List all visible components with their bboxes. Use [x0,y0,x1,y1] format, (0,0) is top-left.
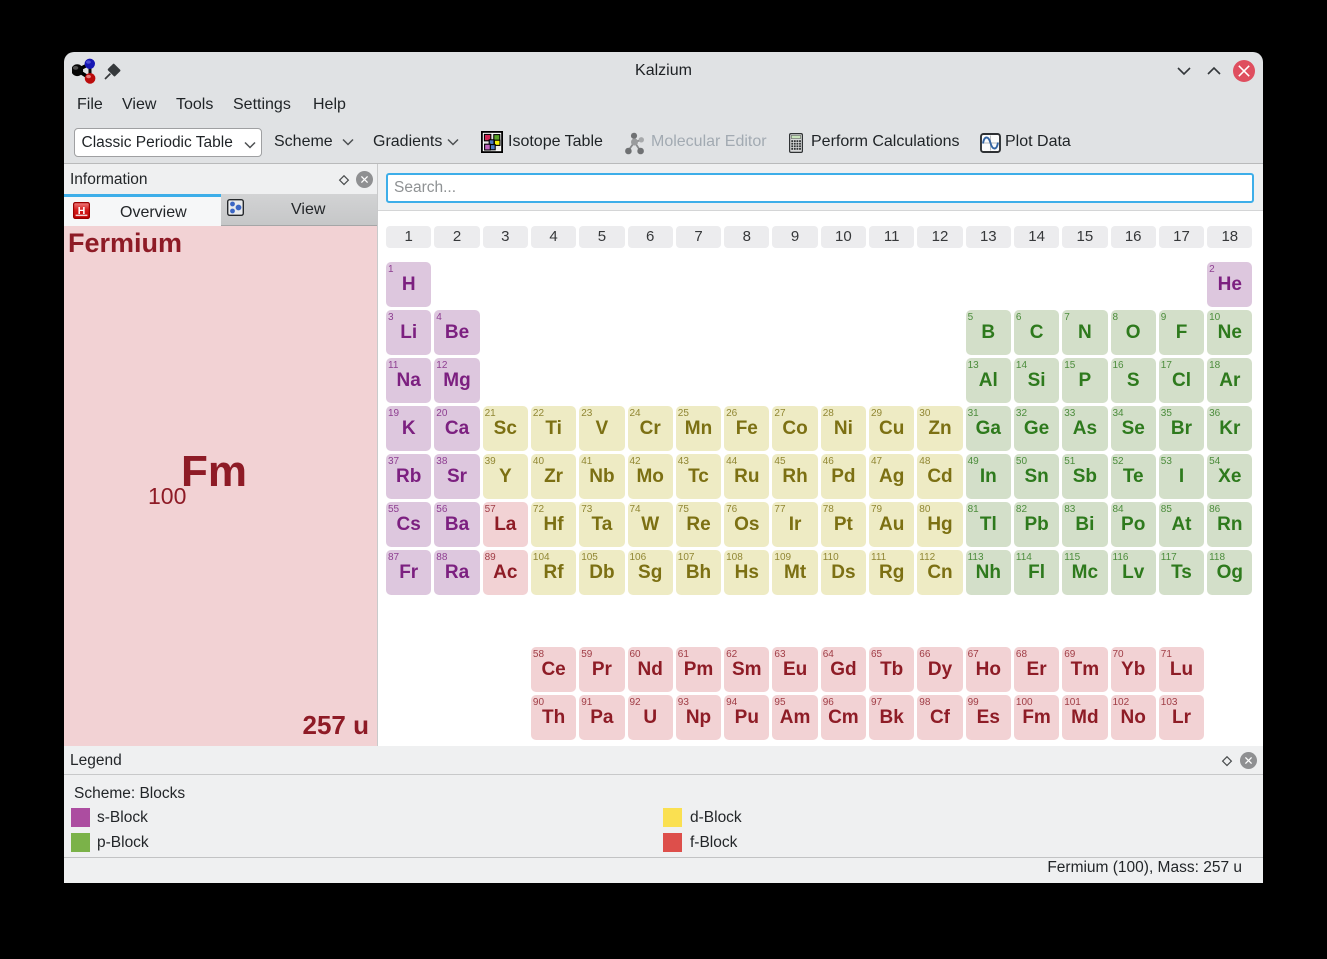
svg-text:H: H [78,205,86,217]
